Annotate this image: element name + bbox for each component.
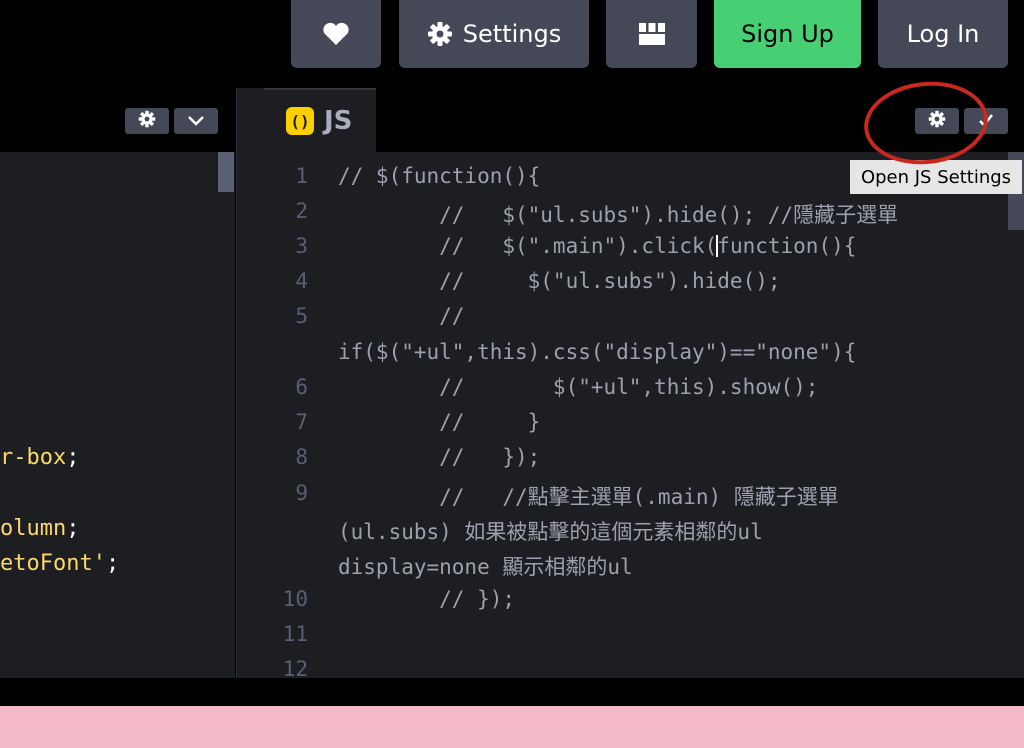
code-line: // } — [338, 410, 541, 434]
settings-button[interactable]: Settings — [399, 0, 589, 68]
code-line: // }); — [338, 445, 540, 469]
bottom-bar — [0, 678, 1024, 706]
code-line: // $("ul.subs").hide(); — [338, 269, 781, 293]
code-line: (ul.subs) 如果被點擊的這個元素相鄰的ul — [338, 520, 763, 544]
code-line: display=none 顯示相鄰的ul — [338, 555, 633, 579]
settings-tooltip: Open JS Settings — [850, 160, 1022, 194]
gear-icon — [138, 110, 156, 132]
pane-resize-handle[interactable] — [236, 88, 264, 678]
js-code-area[interactable]: // $(function(){ // $("ul.subs").hide();… — [264, 152, 1008, 678]
layout-grid-icon — [638, 22, 666, 46]
code-line: if($("+ul",this).css("display")=="none")… — [338, 340, 857, 364]
css-settings-button[interactable] — [125, 108, 169, 134]
change-view-button[interactable] — [606, 0, 697, 68]
code-line: // $(".main").click(function(){ — [338, 234, 856, 258]
css-scrollbar[interactable] — [218, 152, 234, 192]
code-text: // } — [338, 445, 516, 469]
sign-up-button[interactable]: Sign Up — [714, 0, 861, 68]
css-collapse-button[interactable] — [174, 108, 218, 134]
chevron-down-icon — [187, 112, 205, 131]
love-button[interactable] — [291, 0, 381, 68]
code-line: // $(function(){ — [338, 164, 541, 188]
code-line: // — [338, 304, 465, 328]
css-editor-pane: r-box; olumn; etoFont'; — [0, 88, 235, 678]
js-tab-label: JS — [324, 106, 353, 136]
code-line: // $("ul.subs").hide(); //隱藏子選單 — [338, 203, 899, 227]
js-badge-icon: () — [286, 107, 314, 135]
code-text: function(){ — [717, 234, 857, 258]
css-code-area[interactable]: r-box; olumn; etoFont'; — [0, 152, 235, 678]
css-code-line: etoFont'; — [0, 551, 120, 576]
code-line: // //點擊主選單(.main) 隱藏子選單 — [338, 485, 839, 509]
tab-js[interactable]: () JS — [264, 88, 376, 152]
gear-icon — [427, 21, 453, 47]
heart-icon — [322, 22, 350, 46]
code-line: // }); — [338, 587, 516, 611]
top-toolbar: Settings Sign Up Log In — [0, 0, 1024, 86]
css-editor-header — [0, 88, 235, 152]
settings-label: Settings — [462, 20, 562, 48]
css-code-line: r-box; — [0, 445, 80, 470]
css-code-line: olumn; — [0, 516, 80, 541]
code-text: // $(".main").click( — [338, 234, 718, 258]
result-preview — [0, 706, 1024, 748]
code-text: ); — [515, 445, 541, 469]
code-line: // $("+ul",this).show(); — [338, 375, 819, 399]
log-in-button[interactable]: Log In — [878, 0, 1008, 68]
